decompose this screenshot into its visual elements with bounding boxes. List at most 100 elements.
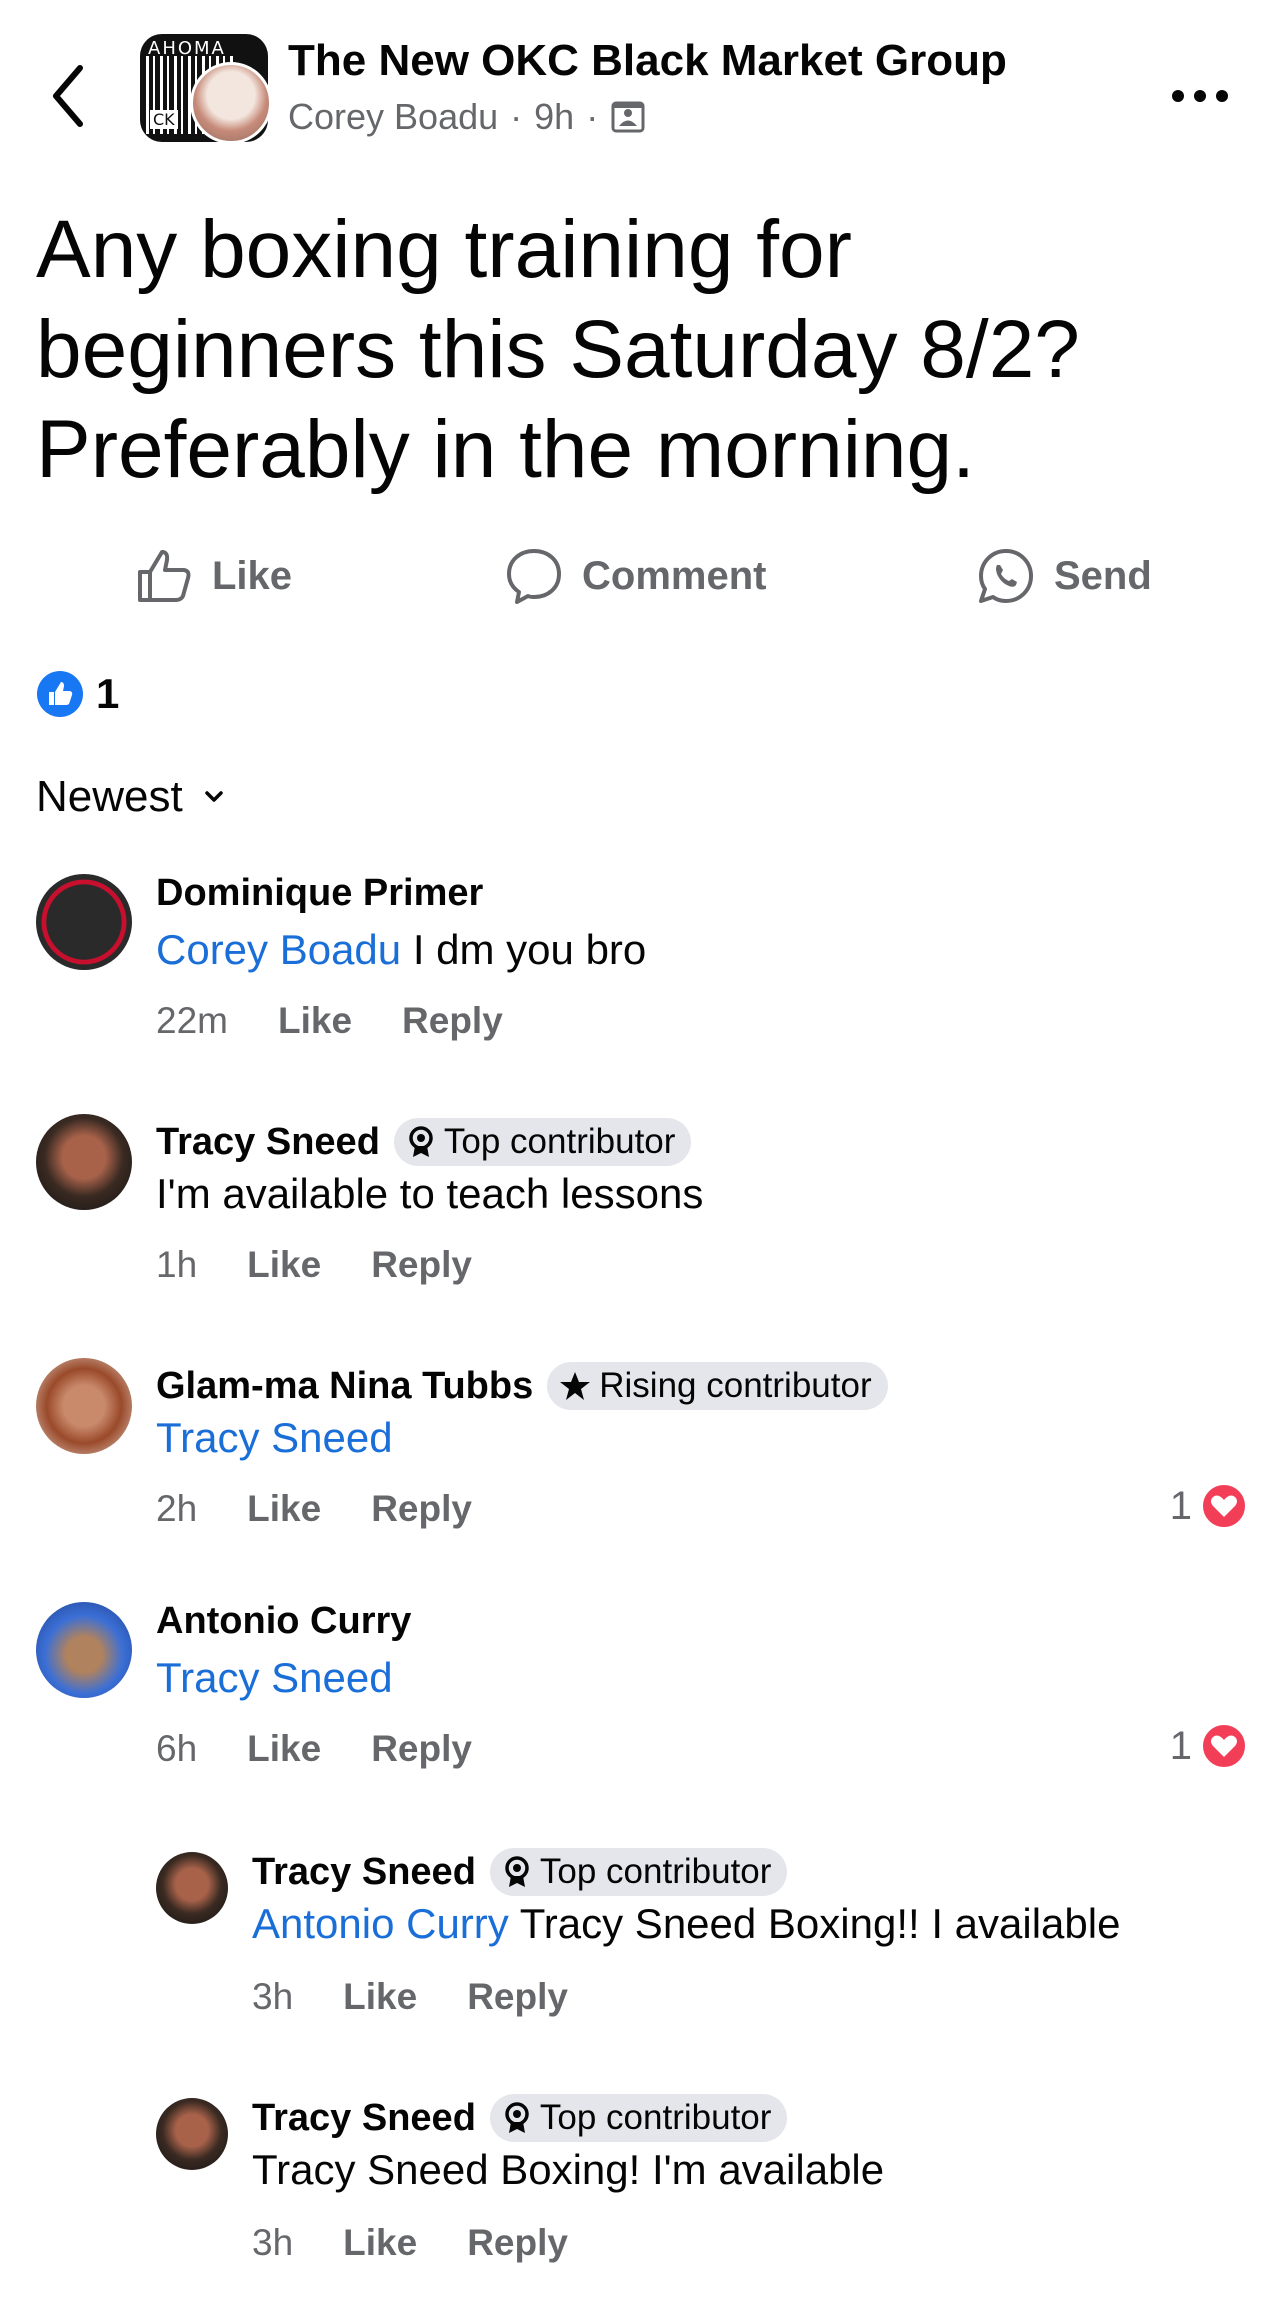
author-name[interactable]: Corey Boadu <box>288 96 498 138</box>
comment-header: Antonio Curry <box>156 1600 411 1643</box>
commenter-avatar[interactable] <box>36 1358 132 1454</box>
mention-link[interactable]: Tracy Sneed <box>156 1414 393 1461</box>
comment-like-button[interactable]: Like <box>247 1728 321 1770</box>
comment-like-button[interactable]: Like <box>247 1244 321 1286</box>
award-ribbon-icon <box>505 2102 529 2133</box>
comment-sort-dropdown[interactable]: Newest <box>36 772 225 822</box>
badge-label: Top contributor <box>539 2098 772 2137</box>
comment-reply-button[interactable]: Reply <box>371 1244 472 1286</box>
comment-bubble-icon <box>507 549 561 604</box>
send-label: Send <box>1054 553 1152 598</box>
comment-time[interactable]: 22m <box>156 1000 228 1042</box>
post-text-line: beginners this Saturday 8/2? <box>36 304 1080 395</box>
commenter-name[interactable]: Dominique Primer <box>156 872 483 915</box>
commenter-avatar[interactable] <box>36 1602 132 1698</box>
mention-link[interactable]: Antonio Curry <box>252 1900 509 1947</box>
comment-header: Glam-ma Nina Tubbs Rising contributor <box>156 1362 888 1410</box>
commenter-name[interactable]: Glam-ma Nina Tubbs <box>156 1365 533 1408</box>
like-reaction-icon <box>37 671 83 717</box>
comment-time[interactable]: 3h <box>252 1976 293 2018</box>
mention-link[interactable]: Corey Boadu <box>156 926 401 973</box>
mention-link[interactable]: Tracy Sneed <box>156 1654 393 1701</box>
comment-like-button[interactable]: Like <box>278 1000 352 1042</box>
comment-body: I'm available to teach lessons <box>156 1170 704 1217</box>
like-label: Like <box>212 553 293 598</box>
award-ribbon-icon <box>505 1856 529 1887</box>
comment-meta: 3h Like Reply <box>252 2222 618 2264</box>
comment-body: Tracy Sneed Boxing! I'm available <box>252 2146 885 2193</box>
post-text: Any boxing training for beginners this S… <box>36 200 1236 500</box>
comment-text: Corey Boadu I dm you bro <box>156 926 646 974</box>
reaction-summary[interactable]: 1 <box>36 670 119 718</box>
top-contributor-badge: Top contributor <box>489 1848 788 1896</box>
commenter-avatar[interactable] <box>156 1852 228 1924</box>
post-text-line: Any boxing training for <box>36 204 852 295</box>
comment-reply-button[interactable]: Reply <box>402 1000 503 1042</box>
comment-text: Tracy Sneed <box>156 1414 393 1462</box>
author-avatar[interactable] <box>190 62 272 144</box>
commenter-name[interactable]: Antonio Curry <box>156 1600 411 1643</box>
comment-meta: 1h Like Reply <box>156 1244 522 1286</box>
send-button[interactable]: Send <box>976 546 1152 606</box>
chevron-down-icon <box>204 791 223 802</box>
group-name[interactable]: The New OKC Black Market Group <box>288 36 1007 86</box>
comment-meta: 2h Like Reply <box>156 1488 522 1530</box>
reaction-count: 1 <box>1169 1723 1192 1768</box>
comment-body: I dm you bro <box>401 926 647 973</box>
separator-dot: · <box>586 96 599 137</box>
heart-reaction-icon <box>1201 1483 1247 1529</box>
comment-time[interactable]: 3h <box>252 2222 293 2264</box>
comment-meta: 3h Like Reply <box>252 1976 618 2018</box>
comment-reply-button[interactable]: Reply <box>371 1728 472 1770</box>
comment-reply-button[interactable]: Reply <box>467 2222 568 2264</box>
comment-header: Tracy Sneed Top contributor <box>156 1118 692 1166</box>
back-arrow-icon[interactable] <box>48 60 88 132</box>
group-members-icon <box>611 101 645 133</box>
badge-label: Top contributor <box>539 1852 772 1891</box>
post-text-line: Preferably in the morning. <box>36 404 975 495</box>
top-contributor-badge: Top contributor <box>393 1118 692 1166</box>
comment-reaction[interactable]: 1 <box>1170 1482 1248 1530</box>
comment-reaction[interactable]: 1 <box>1170 1722 1248 1770</box>
comment-header: Tracy Sneed Top contributor <box>252 1848 788 1896</box>
commenter-avatar[interactable] <box>36 874 132 970</box>
commenter-name[interactable]: Tracy Sneed <box>156 1121 380 1164</box>
more-options-icon[interactable] <box>1170 88 1230 104</box>
comment-label: Comment <box>582 553 767 598</box>
comment-like-button[interactable]: Like <box>247 1488 321 1530</box>
comment-time[interactable]: 2h <box>156 1488 197 1530</box>
badge-label: Top contributor <box>443 1122 676 1161</box>
comment-like-button[interactable]: Like <box>343 1976 417 2018</box>
comment-meta: 6h Like Reply <box>156 1728 522 1770</box>
whatsapp-icon <box>979 549 1033 603</box>
commenter-avatar[interactable] <box>156 2098 228 2170</box>
comment-header: Dominique Primer <box>156 872 483 915</box>
award-ribbon-icon <box>409 1126 433 1157</box>
comment-reply-button[interactable]: Reply <box>371 1488 472 1530</box>
comment-time[interactable]: 1h <box>156 1244 197 1286</box>
sort-label: Newest <box>36 772 183 821</box>
like-button[interactable]: Like <box>134 546 292 606</box>
comment-text: I'm available to teach lessons <box>156 1170 703 1218</box>
comment-button[interactable]: Comment <box>504 546 766 606</box>
reaction-count: 1 <box>96 670 120 717</box>
star-icon <box>560 1372 591 1400</box>
post-meta: Corey Boadu · 9h · <box>288 96 646 138</box>
comment-like-button[interactable]: Like <box>343 2222 417 2264</box>
comment-time[interactable]: 6h <box>156 1728 197 1770</box>
group-avatar-text-bottom: CK <box>150 110 178 129</box>
commenter-avatar[interactable] <box>36 1114 132 1210</box>
badge-label: Rising contributor <box>599 1366 872 1405</box>
reaction-count: 1 <box>1169 1483 1192 1528</box>
comment-text: Antonio Curry Tracy Sneed Boxing!! I ava… <box>252 1900 1120 1948</box>
separator-dot: · <box>510 96 523 137</box>
comment-meta: 22m Like Reply <box>156 1000 553 1042</box>
heart-reaction-icon <box>1201 1723 1247 1769</box>
post-time[interactable]: 9h <box>534 96 574 138</box>
commenter-name[interactable]: Tracy Sneed <box>252 2097 476 2140</box>
comment-reply-button[interactable]: Reply <box>467 1976 568 2018</box>
top-contributor-badge: Top contributor <box>489 2094 788 2142</box>
rising-contributor-badge: Rising contributor <box>547 1362 888 1410</box>
commenter-name[interactable]: Tracy Sneed <box>252 1851 476 1894</box>
comment-text: Tracy Sneed <box>156 1654 393 1702</box>
